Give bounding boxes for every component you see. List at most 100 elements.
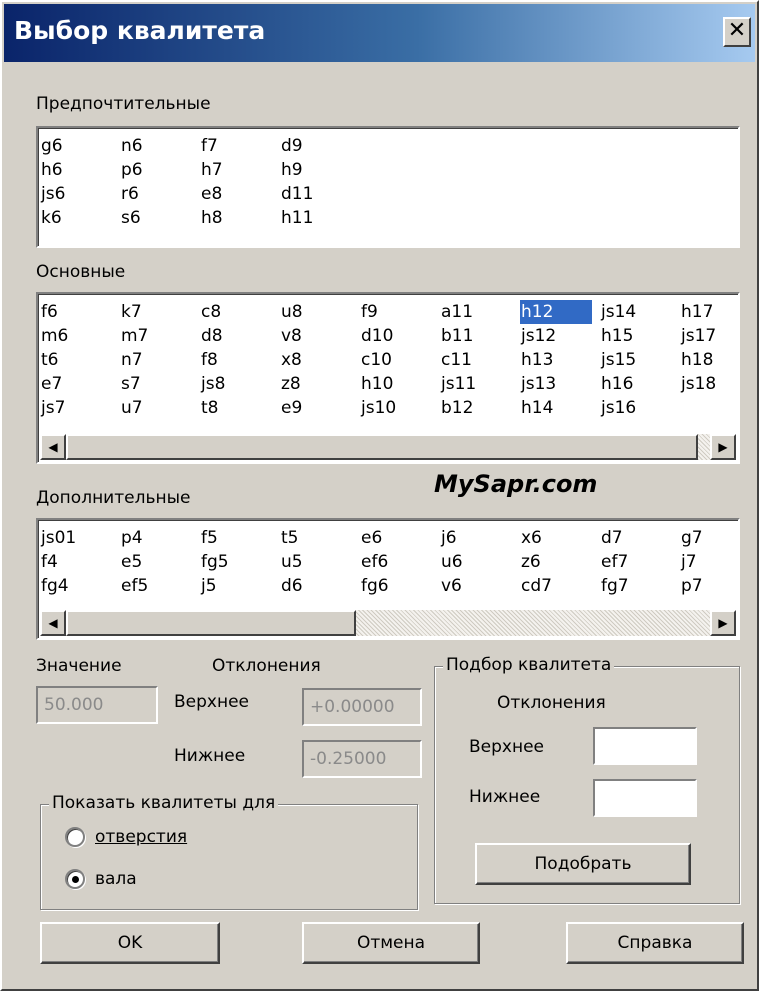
scroll-left-button[interactable]: ◀ xyxy=(40,610,66,636)
tolerance-item[interactable]: z8 xyxy=(280,372,360,396)
tolerance-item[interactable]: h6 xyxy=(40,158,120,182)
upper-deviation-field[interactable]: +0.00000 xyxy=(302,688,422,726)
tolerance-item[interactable]: d11 xyxy=(280,182,360,206)
scroll-left-button[interactable]: ◀ xyxy=(40,434,66,460)
tolerance-item[interactable]: h15 xyxy=(600,324,680,348)
tolerance-item[interactable]: b11 xyxy=(440,324,520,348)
tolerance-item[interactable]: g7 xyxy=(680,526,759,550)
lower-deviation-field[interactable]: -0.25000 xyxy=(302,740,422,778)
tolerance-item[interactable]: h10 xyxy=(360,372,440,396)
tolerance-item[interactable]: u7 xyxy=(120,396,200,420)
tolerance-item[interactable]: h7 xyxy=(200,158,280,182)
tolerance-item[interactable]: js16 xyxy=(600,396,680,420)
cancel-button[interactable]: Отмена xyxy=(302,922,480,964)
pick-button[interactable]: Подобрать xyxy=(475,843,691,885)
tolerance-item[interactable]: v6 xyxy=(440,574,520,598)
tolerance-item[interactable]: b12 xyxy=(440,396,520,420)
radio-shaft-label[interactable]: вала xyxy=(95,869,137,889)
tolerance-item[interactable]: m7 xyxy=(120,324,200,348)
tolerance-item[interactable]: js01 xyxy=(40,526,120,550)
tolerance-item[interactable]: fg5 xyxy=(200,550,280,574)
selection-upper-field[interactable] xyxy=(593,727,697,765)
scroll-right-button[interactable]: ▶ xyxy=(710,610,736,636)
radio-hole-label[interactable]: отверстия xyxy=(95,827,187,847)
tolerance-item[interactable]: p4 xyxy=(120,526,200,550)
scroll-right-button[interactable]: ▶ xyxy=(710,434,736,460)
tolerance-item[interactable]: t6 xyxy=(40,348,120,372)
tolerance-item[interactable]: x6 xyxy=(520,526,600,550)
tolerance-item[interactable]: js10 xyxy=(360,396,440,420)
tolerance-item[interactable]: h9 xyxy=(280,158,360,182)
tolerance-item[interactable]: d7 xyxy=(600,526,680,550)
tolerance-item[interactable]: s7 xyxy=(120,372,200,396)
scroll-thumb[interactable] xyxy=(66,610,356,636)
tolerance-item[interactable]: e8 xyxy=(200,182,280,206)
tolerance-item[interactable]: fg4 xyxy=(40,574,120,598)
tolerance-item[interactable]: c11 xyxy=(440,348,520,372)
tolerance-item[interactable]: js8 xyxy=(200,372,280,396)
tolerance-item[interactable]: p6 xyxy=(120,158,200,182)
tolerance-item[interactable]: u6 xyxy=(440,550,520,574)
tolerance-item[interactable]: r6 xyxy=(120,182,200,206)
tolerance-item[interactable]: f7 xyxy=(200,134,280,158)
tolerance-item[interactable]: d6 xyxy=(280,574,360,598)
help-button[interactable]: Справка xyxy=(566,922,744,964)
radio-hole[interactable] xyxy=(65,827,85,847)
tolerance-item[interactable]: e6 xyxy=(360,526,440,550)
tolerance-item[interactable]: u5 xyxy=(280,550,360,574)
tolerance-item[interactable]: a11 xyxy=(440,300,520,324)
tolerance-item[interactable]: v8 xyxy=(280,324,360,348)
tolerance-item[interactable]: j6 xyxy=(440,526,520,550)
scroll-thumb[interactable] xyxy=(66,434,698,460)
tolerance-item[interactable]: t5 xyxy=(280,526,360,550)
tolerance-item[interactable]: g6 xyxy=(40,134,120,158)
tolerance-item[interactable]: fg6 xyxy=(360,574,440,598)
tolerance-item[interactable]: f8 xyxy=(200,348,280,372)
tolerance-item[interactable]: h16 xyxy=(600,372,680,396)
tolerance-item[interactable]: h17 xyxy=(680,300,759,324)
tolerance-item[interactable]: js17 xyxy=(680,324,759,348)
tolerance-item[interactable]: c8 xyxy=(200,300,280,324)
tolerance-item[interactable]: f5 xyxy=(200,526,280,550)
value-field[interactable]: 50.000 xyxy=(36,686,158,724)
tolerance-item[interactable]: h14 xyxy=(520,396,600,420)
tolerance-item[interactable]: fg7 xyxy=(600,574,680,598)
tolerance-item[interactable]: js12 xyxy=(520,324,600,348)
tolerance-item[interactable]: z6 xyxy=(520,550,600,574)
tolerance-item[interactable]: f6 xyxy=(40,300,120,324)
tolerance-item[interactable]: n7 xyxy=(120,348,200,372)
tolerance-item[interactable]: js18 xyxy=(680,372,759,396)
additional-list[interactable]: js01 f4 fg4 p4 e5 ef5 f5 fg5 j5 t5 u5 d6 e6 ef6 fg6 j6 u… xyxy=(36,518,740,640)
additional-scrollbar[interactable]: ◀ ▶ xyxy=(40,610,736,636)
tolerance-item[interactable]: p7 xyxy=(680,574,759,598)
tolerance-item[interactable]: e7 xyxy=(40,372,120,396)
tolerance-item[interactable]: t8 xyxy=(200,396,280,420)
tolerance-item[interactable]: f4 xyxy=(40,550,120,574)
tolerance-item[interactable]: d8 xyxy=(200,324,280,348)
tolerance-item[interactable]: ef5 xyxy=(120,574,200,598)
tolerance-item[interactable]: js6 xyxy=(40,182,120,206)
tolerance-item[interactable]: h11 xyxy=(280,206,360,230)
tolerance-item[interactable]: js13 xyxy=(520,372,600,396)
tolerance-item[interactable]: j7 xyxy=(680,550,759,574)
tolerance-item[interactable]: j5 xyxy=(200,574,280,598)
tolerance-item[interactable]: ef7 xyxy=(600,550,680,574)
tolerance-item[interactable]: e9 xyxy=(280,396,360,420)
tolerance-item[interactable]: js7 xyxy=(40,396,120,420)
selection-lower-field[interactable] xyxy=(593,779,697,817)
tolerance-item[interactable]: h18 xyxy=(680,348,759,372)
tolerance-item[interactable]: k6 xyxy=(40,206,120,230)
close-button[interactable]: ✕ xyxy=(723,17,751,47)
radio-shaft[interactable] xyxy=(65,869,85,889)
tolerance-item[interactable]: f9 xyxy=(360,300,440,324)
tolerance-item[interactable]: d9 xyxy=(280,134,360,158)
tolerance-item[interactable]: n6 xyxy=(120,134,200,158)
tolerance-item[interactable]: d10 xyxy=(360,324,440,348)
tolerance-item[interactable]: m6 xyxy=(40,324,120,348)
tolerance-item[interactable]: js15 xyxy=(600,348,680,372)
tolerance-item[interactable]: h13 xyxy=(520,348,600,372)
tolerance-item[interactable]: x8 xyxy=(280,348,360,372)
tolerance-item[interactable]: h12 xyxy=(520,300,592,324)
tolerance-item[interactable]: h8 xyxy=(200,206,280,230)
ok-button[interactable]: OK xyxy=(40,922,220,964)
